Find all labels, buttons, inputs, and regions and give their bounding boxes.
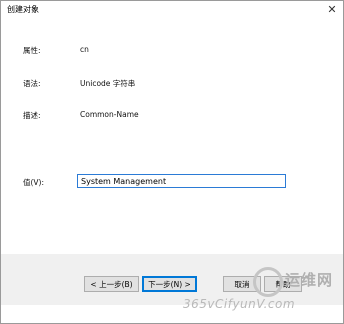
title-bar: 创建对象 ✕ <box>1 1 343 19</box>
previous-button[interactable]: < 上一步(B) <box>84 276 139 292</box>
description-label: 描述: <box>23 111 41 120</box>
attribute-value: cn <box>80 45 89 54</box>
cancel-button[interactable]: 取消 <box>223 276 261 292</box>
attribute-label: 属性: <box>23 46 41 55</box>
button-bar: < 上一步(B) 下一步(N) > 取消 帮助 <box>1 254 343 305</box>
value-input[interactable] <box>77 174 286 188</box>
syntax-value: Unicode 字符串 <box>80 79 136 88</box>
close-icon[interactable]: ✕ <box>325 2 339 16</box>
help-button[interactable]: 帮助 <box>264 276 302 292</box>
value-label: 值(V): <box>23 178 45 187</box>
description-value: Common-Name <box>80 110 139 119</box>
syntax-label: 语法: <box>23 79 41 88</box>
next-button[interactable]: 下一步(N) > <box>142 276 197 292</box>
create-object-dialog: 创建对象 ✕ 属性: cn 语法: Unicode 字符串 描述: Common… <box>0 0 344 324</box>
dialog-title: 创建对象 <box>7 5 39 14</box>
